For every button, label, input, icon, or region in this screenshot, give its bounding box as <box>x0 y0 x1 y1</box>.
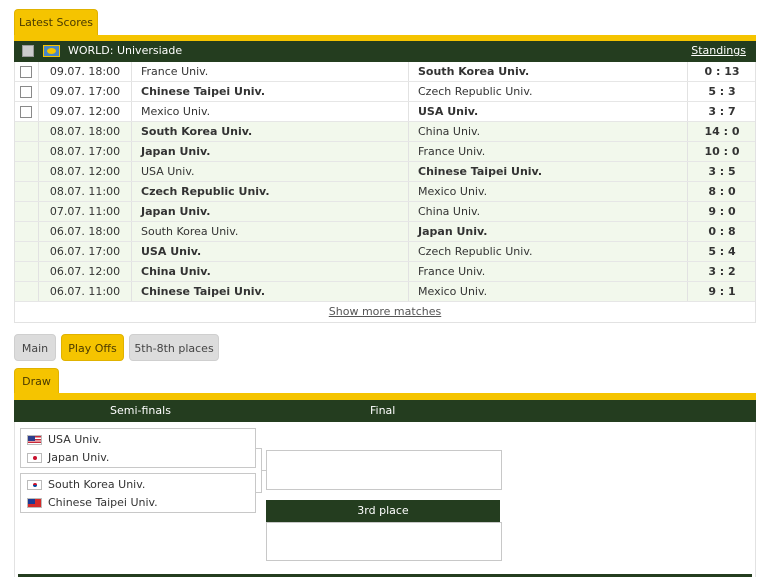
match-row[interactable]: 09.07. 18:00 France Univ. South Korea Univ… <box>15 62 755 82</box>
match-row[interactable]: 09.07. 12:00 Mexico Univ. USA Univ. 3 : 7 <box>15 102 755 122</box>
match-score: 8 : 0 <box>708 185 736 198</box>
final-label: Final <box>370 404 396 417</box>
home-team: South Korea Univ. <box>132 122 409 141</box>
home-team: Japan Univ. <box>132 142 409 161</box>
team-name: USA Univ. <box>48 433 102 446</box>
match-time: 09.07. 17:00 <box>38 82 132 101</box>
chinese-taipei-flag-icon <box>27 498 42 508</box>
usa-flag-icon <box>27 435 42 445</box>
home-team: Japan Univ. <box>132 202 409 221</box>
home-team: France Univ. <box>132 62 409 81</box>
league-name: WORLD: Universiade <box>68 44 183 57</box>
away-team: Mexico Univ. <box>409 282 688 301</box>
match-score: 3 : 2 <box>708 265 736 278</box>
away-team: USA Univ. <box>409 102 688 121</box>
home-team: South Korea Univ. <box>132 222 409 241</box>
third-place-header: 3rd place <box>266 500 500 522</box>
team-name: Chinese Taipei Univ. <box>48 496 158 509</box>
match-row[interactable]: 06.07. 17:00 USA Univ. Czech Republic Univ… <box>15 242 755 262</box>
match-checkbox[interactable] <box>20 106 32 118</box>
match-row[interactable]: 08.07. 12:00 USA Univ. Chinese Taipei Univ… <box>15 162 755 182</box>
final-match-box[interactable] <box>266 450 502 490</box>
match-row[interactable]: 08.07. 18:00 South Korea Univ. China Univ.… <box>15 122 755 142</box>
third-place-match-box[interactable] <box>266 522 502 561</box>
home-team: USA Univ. <box>132 162 409 181</box>
match-checkbox[interactable] <box>20 86 32 98</box>
match-time: 08.07. 17:00 <box>38 142 132 161</box>
subtab-playoffs[interactable]: Play Offs <box>61 334 124 361</box>
match-time: 06.07. 11:00 <box>38 282 132 301</box>
match-time: 09.07. 18:00 <box>38 62 132 81</box>
match-score: 5 : 4 <box>708 245 736 258</box>
semi-final-1[interactable]: USA Univ. Japan Univ. <box>20 428 256 468</box>
away-team: France Univ. <box>409 142 688 161</box>
matches-list: 09.07. 18:00 France Univ. South Korea Univ… <box>14 62 756 302</box>
match-row[interactable]: 06.07. 18:00 South Korea Univ. Japan Univ.… <box>15 222 755 242</box>
match-row[interactable]: 06.07. 11:00 Chinese Taipei Univ. Mexico U… <box>15 282 755 302</box>
standings-link[interactable]: Standings <box>691 44 746 57</box>
match-row[interactable]: 09.07. 17:00 Chinese Taipei Univ. Czech Re… <box>15 82 755 102</box>
bracket-team: USA Univ. <box>21 431 102 449</box>
match-time: 09.07. 12:00 <box>38 102 132 121</box>
south-korea-flag-icon <box>27 480 42 490</box>
team-name: South Korea Univ. <box>48 478 146 491</box>
away-team: China Univ. <box>409 202 688 221</box>
home-team: USA Univ. <box>132 242 409 261</box>
tab-latest-scores[interactable]: Latest Scores <box>14 9 98 36</box>
semi-final-2[interactable]: South Korea Univ. Chinese Taipei Univ. <box>20 473 256 513</box>
home-team: China Univ. <box>132 262 409 281</box>
match-row[interactable]: 06.07. 12:00 China Univ. France Univ. 3 : 2 <box>15 262 755 282</box>
away-team: Mexico Univ. <box>409 182 688 201</box>
team-name: Japan Univ. <box>48 451 110 464</box>
away-team: China Univ. <box>409 122 688 141</box>
home-team: Mexico Univ. <box>132 102 409 121</box>
match-score: 0 : 13 <box>704 65 740 78</box>
bracket-team: Chinese Taipei Univ. <box>21 494 158 512</box>
match-checkbox[interactable] <box>20 66 32 78</box>
tab-draw[interactable]: Draw <box>14 368 59 394</box>
match-time: 08.07. 12:00 <box>38 162 132 181</box>
subtab-5th-8th-places[interactable]: 5th-8th places <box>129 334 219 361</box>
away-team: Czech Republic Univ. <box>409 82 688 101</box>
semi-finals-label: Semi-finals <box>110 404 171 417</box>
match-time: 08.07. 18:00 <box>38 122 132 141</box>
show-more-link[interactable]: Show more matches <box>329 305 441 318</box>
japan-flag-icon <box>27 453 42 463</box>
home-team: Czech Republic Univ. <box>132 182 409 201</box>
draw-tab-underline <box>14 393 756 400</box>
draw-bracket: USA Univ. Japan Univ. South Korea Univ. … <box>14 422 756 577</box>
away-team: France Univ. <box>409 262 688 281</box>
match-score: 10 : 0 <box>704 145 740 158</box>
match-score: 9 : 0 <box>708 205 736 218</box>
match-time: 06.07. 12:00 <box>38 262 132 281</box>
home-team: Chinese Taipei Univ. <box>132 282 409 301</box>
match-score: 5 : 3 <box>708 85 736 98</box>
match-row[interactable]: 08.07. 17:00 Japan Univ. France Univ. 10 : … <box>15 142 755 162</box>
away-team: Japan Univ. <box>409 222 688 241</box>
match-time: 06.07. 18:00 <box>38 222 132 241</box>
away-team: Chinese Taipei Univ. <box>409 162 688 181</box>
match-time: 07.07. 11:00 <box>38 202 132 221</box>
match-time: 08.07. 11:00 <box>38 182 132 201</box>
world-flag-icon <box>43 45 60 57</box>
match-score: 0 : 8 <box>708 225 736 238</box>
match-row[interactable]: 08.07. 11:00 Czech Republic Univ. Mexico U… <box>15 182 755 202</box>
draw-header: Semi-finals Final <box>14 400 756 422</box>
match-row[interactable]: 07.07. 11:00 Japan Univ. China Univ. 9 : 0 <box>15 202 755 222</box>
match-score: 9 : 1 <box>708 285 736 298</box>
away-team: Czech Republic Univ. <box>409 242 688 261</box>
match-score: 3 : 5 <box>708 165 736 178</box>
away-team: South Korea Univ. <box>409 62 688 81</box>
match-score: 14 : 0 <box>704 125 740 138</box>
league-header: WORLD: Universiade Standings <box>14 41 756 62</box>
match-score: 3 : 7 <box>708 105 736 118</box>
match-time: 06.07. 17:00 <box>38 242 132 261</box>
subtab-main[interactable]: Main <box>14 334 56 361</box>
bracket-team: Japan Univ. <box>21 449 109 467</box>
bracket-team: South Korea Univ. <box>21 476 145 494</box>
home-team: Chinese Taipei Univ. <box>132 82 409 101</box>
show-more-row: Show more matches <box>14 302 756 323</box>
select-all-checkbox[interactable] <box>22 45 34 57</box>
